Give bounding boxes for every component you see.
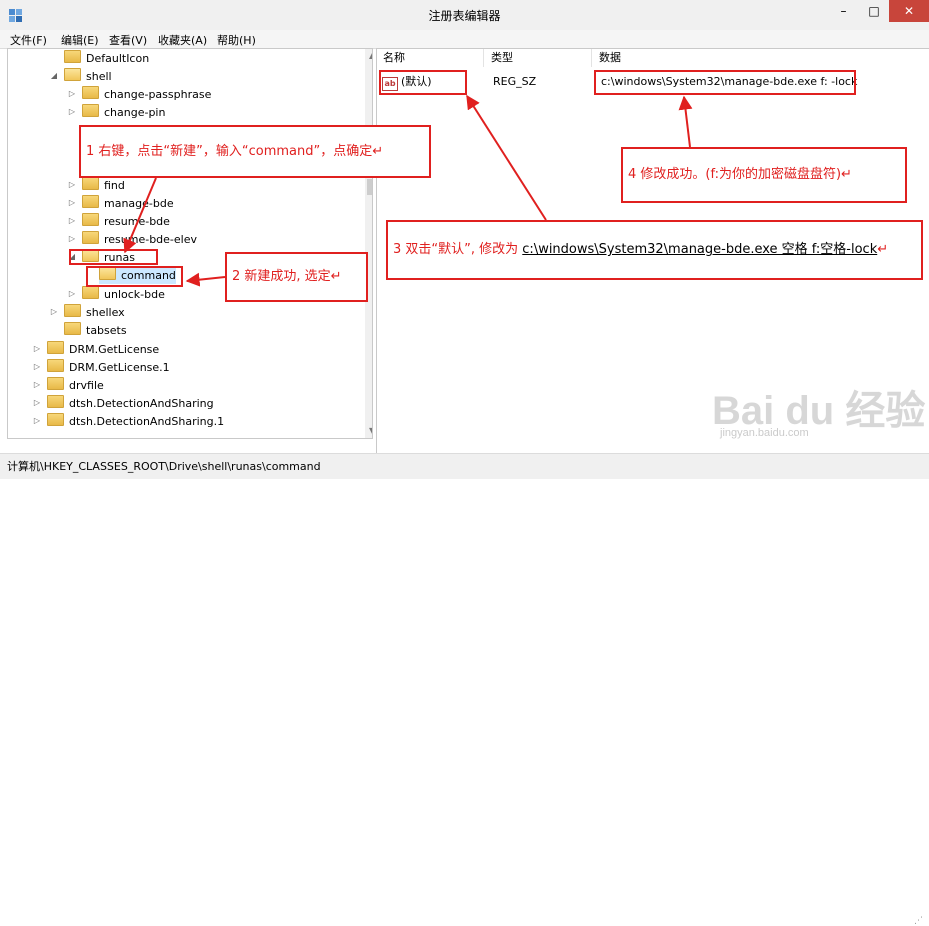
baidu-watermark-url: jingyan.baidu.com — [720, 427, 809, 439]
tree-item-label: find — [104, 179, 125, 192]
folder-icon — [82, 195, 99, 208]
resize-grip-icon[interactable]: ⋰ — [914, 916, 923, 926]
tree-item-label: dtsh.DetectionAndSharing — [69, 397, 214, 410]
menu-edit[interactable]: 编辑(E) — [61, 32, 99, 48]
expand-arrow-icon[interactable]: ▷ — [33, 362, 41, 371]
folder-icon — [82, 177, 99, 190]
tree-item-label: manage-bde — [104, 197, 174, 210]
tree-item-label: unlock-bde — [104, 288, 165, 301]
highlight-default-value — [379, 70, 467, 95]
tree-item-dtsh-detectionandsharing[interactable]: dtsh.DetectionAndSharing — [47, 395, 214, 412]
expand-arrow-icon[interactable]: ▷ — [68, 198, 76, 207]
minimize-button[interactable]: – — [829, 0, 858, 22]
tree-item-label: DefaultIcon — [86, 52, 150, 65]
annotation-step-3: 3 双击“默认”, 修改为 c:\windows\System32\manage… — [386, 220, 923, 280]
tree-item-shellex[interactable]: shellex — [64, 304, 125, 321]
column-header-name[interactable]: 名称 — [383, 49, 484, 67]
tree-item-dtsh-detectionandsharing-1[interactable]: dtsh.DetectionAndSharing.1 — [47, 413, 224, 430]
tree-item-find[interactable]: find — [82, 177, 125, 194]
annotation-step-3-value: c:\windows\System32\manage-bde.exe 空格 f:… — [522, 242, 878, 257]
tree-item-label: tabsets — [86, 324, 127, 337]
scroll-down-icon[interactable]: ▼ — [369, 426, 372, 435]
tree-item-defaulticon[interactable]: DefaultIcon — [64, 50, 149, 67]
highlight-runas — [69, 249, 158, 265]
folder-icon — [82, 104, 99, 117]
value-type: REG_SZ — [493, 75, 537, 88]
folder-icon — [82, 86, 99, 99]
expand-arrow-icon[interactable]: ▷ — [50, 307, 58, 316]
folder-icon — [47, 341, 64, 354]
tree-item-tabsets[interactable]: tabsets — [64, 322, 127, 339]
tree-item-drm-getlicense-1[interactable]: DRM.GetLicense.1 — [47, 359, 170, 376]
highlight-command — [86, 266, 183, 287]
tree-item-label: resume-bde — [104, 215, 170, 228]
column-header-data[interactable]: 数据 — [599, 49, 925, 67]
collapse-arrow-icon[interactable]: ◢ — [50, 71, 58, 80]
highlight-data-value — [594, 70, 856, 95]
expand-arrow-icon[interactable]: ▷ — [68, 107, 76, 116]
status-bar: 计算机\HKEY_CLASSES_ROOT\Drive\shell\runas\… — [0, 453, 929, 926]
folder-icon — [64, 50, 81, 63]
tree-item-shell[interactable]: shell — [64, 68, 112, 85]
folder-icon — [47, 413, 64, 426]
folder-icon — [82, 231, 99, 244]
menu-view[interactable]: 查看(V) — [109, 32, 147, 48]
tree-item-resume-bde-elev[interactable]: resume-bde-elev — [82, 231, 197, 248]
annotation-step-1: 1 右键，点击“新建”，输入“command”，点确定↵ — [79, 125, 431, 178]
expand-arrow-icon[interactable]: ▷ — [33, 380, 41, 389]
expand-arrow-icon[interactable]: ▷ — [68, 89, 76, 98]
scroll-up-icon[interactable]: ▲ — [369, 51, 372, 60]
title-bar: 注册表编辑器 – □ ✕ — [0, 0, 929, 30]
expand-arrow-icon[interactable]: ▷ — [68, 234, 76, 243]
tree-item-label: shell — [86, 70, 112, 83]
tree-item-label: change-passphrase — [104, 88, 212, 101]
tree-item-label: resume-bde-elev — [104, 233, 198, 246]
maximize-button[interactable]: □ — [860, 0, 888, 22]
annotation-step-4: 4 修改成功。(f:为你的加密磁盘盘符)↵ — [621, 147, 907, 203]
tree-item-drm-getlicense[interactable]: DRM.GetLicense — [47, 341, 159, 358]
expand-arrow-icon[interactable]: ▷ — [68, 216, 76, 225]
tree-item-resume-bde[interactable]: resume-bde — [82, 213, 170, 230]
expand-arrow-icon[interactable]: ▷ — [33, 398, 41, 407]
tree-item-label: drvfile — [69, 379, 104, 392]
tree-item-drvfile[interactable]: drvfile — [47, 377, 104, 394]
tree-item-manage-bde[interactable]: manage-bde — [82, 195, 174, 212]
tree-item-label: shellex — [86, 306, 125, 319]
tree-item-label: DRM.GetLicense — [69, 343, 160, 356]
close-button[interactable]: ✕ — [889, 0, 929, 22]
window-title: 注册表编辑器 — [428, 9, 501, 23]
folder-icon — [82, 213, 99, 226]
menu-help[interactable]: 帮助(H) — [217, 32, 256, 48]
folder-icon — [82, 286, 99, 299]
tree-horizontal-scrollbar[interactable]: ◀ ▶ — [8, 438, 365, 439]
scrollbar-thumb[interactable] — [367, 179, 372, 195]
tree-item-label: change-pin — [104, 106, 166, 119]
folder-icon — [47, 377, 64, 390]
menu-favorites[interactable]: 收藏夹(A) — [158, 32, 207, 48]
registry-tree[interactable]: DefaultIcon ◢ shell ▷ change-passphrase … — [7, 48, 373, 439]
tree-vertical-scrollbar[interactable]: ▲ ▼ — [365, 49, 372, 438]
folder-icon — [64, 304, 81, 317]
annotation-step-3-suffix: ↵ — [877, 242, 889, 257]
tree-item-unlock-bde[interactable]: unlock-bde — [82, 286, 165, 303]
tree-item-change-passphrase[interactable]: change-passphrase — [82, 86, 211, 103]
annotation-step-3-prefix: 3 双击“默认”, 修改为 — [393, 242, 523, 257]
expand-arrow-icon[interactable]: ▷ — [68, 180, 76, 189]
folder-icon — [47, 359, 64, 372]
tree-item-label: DRM.GetLicense.1 — [69, 361, 170, 374]
menu-file[interactable]: 文件(F) — [10, 32, 47, 48]
menu-bar: 文件(F) 编辑(E) 查看(V) 收藏夹(A) 帮助(H) — [0, 30, 929, 49]
expand-arrow-icon[interactable]: ▷ — [68, 289, 76, 298]
tree-item-change-pin[interactable]: change-pin — [82, 104, 165, 121]
folder-open-icon — [64, 68, 81, 81]
folder-icon — [64, 322, 81, 335]
status-path: 计算机\HKEY_CLASSES_ROOT\Drive\shell\runas\… — [7, 460, 321, 473]
expand-arrow-icon[interactable]: ▷ — [33, 344, 41, 353]
folder-icon — [47, 395, 64, 408]
column-header-type[interactable]: 类型 — [491, 49, 592, 67]
tree-item-label: dtsh.DetectionAndSharing.1 — [69, 415, 225, 428]
annotation-step-2: 2 新建成功, 选定↵ — [225, 252, 368, 302]
expand-arrow-icon[interactable]: ▷ — [33, 416, 41, 425]
